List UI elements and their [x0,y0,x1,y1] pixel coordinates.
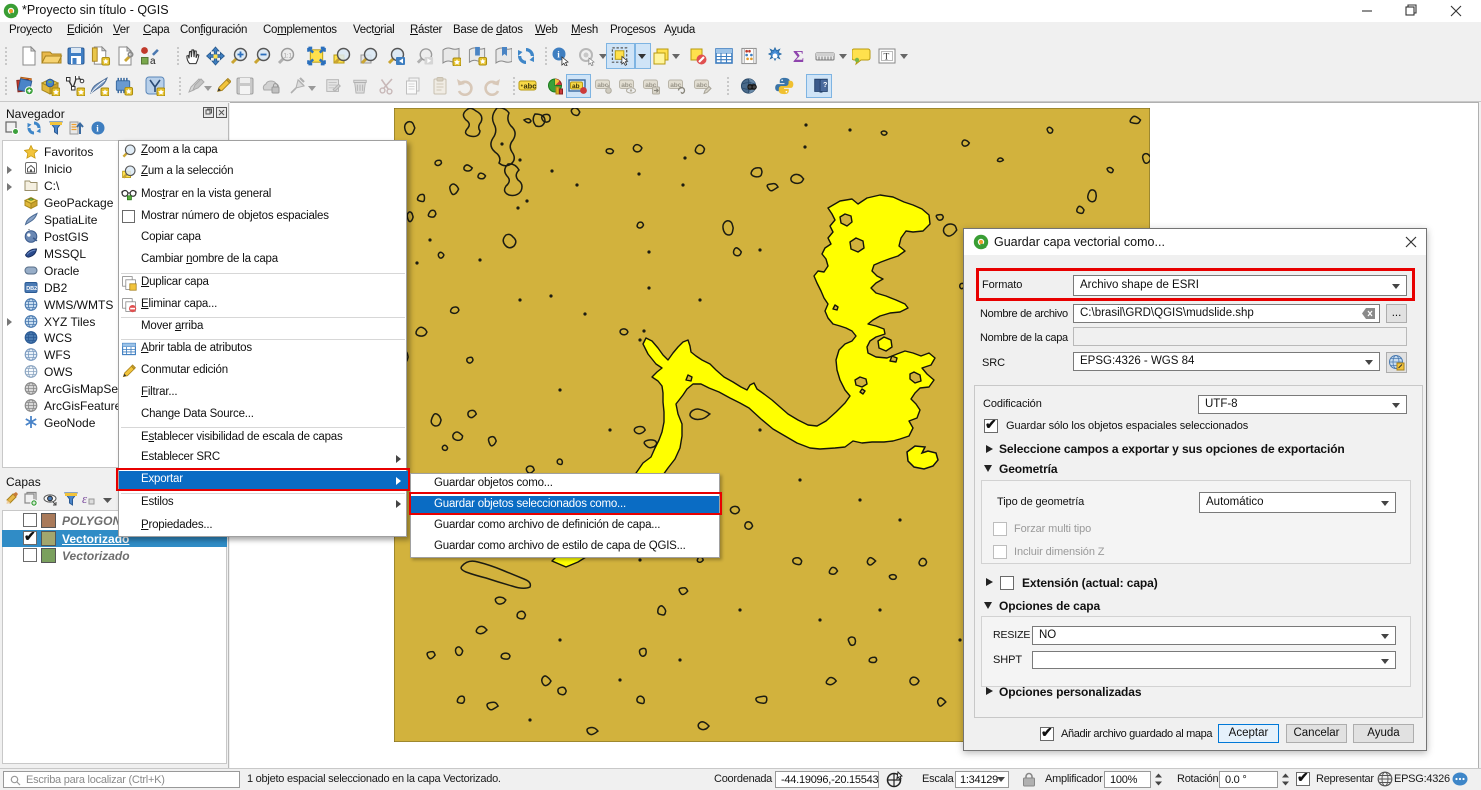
svg-text:ε: ε [82,491,88,506]
svg-text:ab: ab [572,83,580,90]
svg-text:?: ? [823,80,827,89]
svg-text:a: a [150,56,156,66]
svg-text:1:1: 1:1 [284,54,293,60]
svg-text:T: T [884,53,890,63]
svg-text:Σ: Σ [793,47,804,66]
svg-text:abc: abc [523,82,536,91]
svg-text:abc: abc [696,82,708,89]
svg-text:DB2: DB2 [26,286,37,292]
